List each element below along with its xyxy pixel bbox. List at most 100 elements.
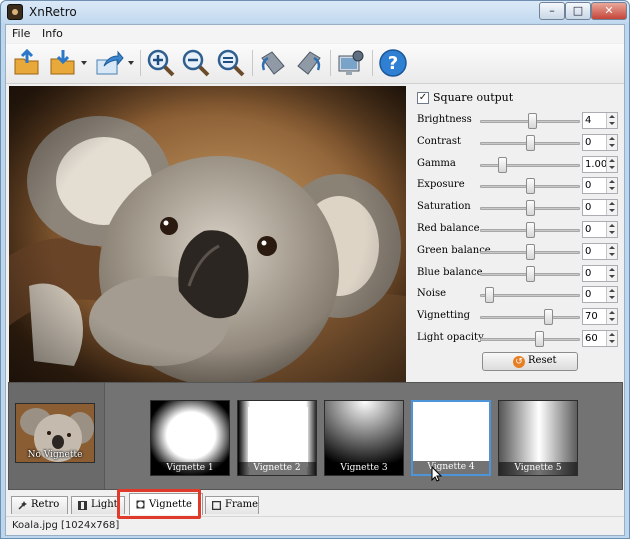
spin-up-icon[interactable] <box>609 115 615 118</box>
spin-up-icon[interactable] <box>609 267 615 271</box>
slider-thumb[interactable] <box>526 178 535 195</box>
value-spinbox[interactable]: 4 <box>582 112 618 129</box>
value-spinbox[interactable]: 0 <box>582 177 618 195</box>
toolbar: ? <box>6 44 624 84</box>
zoom-in-button[interactable] <box>146 48 176 78</box>
spin-value: 0 <box>585 245 592 257</box>
spin-down-icon[interactable] <box>609 165 615 169</box>
slider-track[interactable] <box>480 163 580 167</box>
slider-thumb[interactable] <box>526 134 535 151</box>
spin-down-icon[interactable] <box>609 122 615 125</box>
slider-row: Gamma 1.00 <box>410 155 624 174</box>
slider-thumb[interactable] <box>544 309 554 326</box>
slider-thumb[interactable] <box>498 156 508 173</box>
spin-up-icon[interactable] <box>609 333 615 336</box>
zoom-fit-button[interactable] <box>216 48 246 78</box>
value-spinbox[interactable]: 0 <box>582 286 618 304</box>
slider-thumb[interactable] <box>527 113 537 129</box>
slider-thumb[interactable] <box>526 243 535 260</box>
slider-thumb[interactable] <box>526 200 535 217</box>
image-preview[interactable] <box>9 86 406 383</box>
export-button[interactable] <box>94 48 124 78</box>
title-bar[interactable]: XnRetro – □ ✕ <box>1 1 629 23</box>
spin-up-icon[interactable] <box>609 202 615 206</box>
slider-thumb[interactable] <box>484 287 494 304</box>
spin-up-icon[interactable] <box>609 245 615 249</box>
reset-button[interactable]: ↺ Reset <box>482 352 578 371</box>
spin-buttons[interactable] <box>606 156 617 172</box>
rotate-right-button[interactable] <box>294 48 324 78</box>
zoom-out-button[interactable] <box>181 48 211 78</box>
spin-up-icon[interactable] <box>609 180 615 184</box>
spin-value: 0 <box>585 224 592 235</box>
value-spinbox[interactable]: 0 <box>582 133 618 151</box>
tab-frame[interactable]: Frame <box>205 496 259 514</box>
spin-buttons[interactable] <box>606 113 617 128</box>
spin-down-icon[interactable] <box>609 143 615 147</box>
preset-thumbnail[interactable]: Vignette 4 <box>411 400 491 476</box>
tab-retro[interactable]: Retro <box>11 496 68 514</box>
wallpaper-button[interactable] <box>336 48 366 78</box>
spin-value: 0 <box>585 289 592 301</box>
spin-down-icon[interactable] <box>609 340 615 343</box>
spin-up-icon[interactable] <box>609 289 615 293</box>
spin-buttons[interactable] <box>606 134 617 150</box>
open-icon <box>14 48 39 75</box>
value-spinbox[interactable]: 0 <box>582 264 618 282</box>
spin-down-icon[interactable] <box>609 296 615 300</box>
spin-buttons[interactable] <box>606 331 617 346</box>
value-spinbox[interactable]: 70 <box>582 308 618 326</box>
film-icon <box>78 501 87 510</box>
close-button[interactable]: ✕ <box>591 2 627 20</box>
status-text: Koala.jpg [1024x768] <box>12 520 120 531</box>
value-spinbox[interactable]: 0 <box>582 221 618 238</box>
open-button[interactable] <box>12 48 42 78</box>
spin-down-icon[interactable] <box>609 209 615 213</box>
menu-file[interactable]: File <box>12 27 30 40</box>
spin-up-icon[interactable] <box>609 136 615 140</box>
slider-label: Blue balance <box>417 266 483 278</box>
rotate-left-button[interactable] <box>258 48 288 78</box>
help-button[interactable]: ? <box>378 48 408 78</box>
spin-up-icon[interactable] <box>609 311 615 315</box>
preset-thumbnail[interactable]: Vignette 5 <box>498 400 578 476</box>
slider-track[interactable] <box>480 316 580 320</box>
spin-down-icon[interactable] <box>609 187 615 191</box>
slider-track[interactable] <box>480 338 580 341</box>
slider-track[interactable] <box>480 294 580 298</box>
spin-up-icon[interactable] <box>609 224 615 227</box>
preset-thumbnail-original[interactable]: No Vignette <box>15 403 95 463</box>
spin-buttons[interactable] <box>606 200 617 216</box>
spin-buttons[interactable] <box>606 243 617 259</box>
spin-down-icon[interactable] <box>609 274 615 278</box>
save-dropdown-icon[interactable] <box>80 60 88 66</box>
slider-thumb[interactable] <box>535 331 545 347</box>
spin-down-icon[interactable] <box>609 318 615 322</box>
minimize-button[interactable]: – <box>539 2 565 20</box>
preset-thumbnail[interactable]: Vignette 2 <box>237 400 317 476</box>
preset-thumbnail[interactable]: Vignette 1 <box>150 400 230 476</box>
spin-down-icon[interactable] <box>609 231 615 234</box>
spin-up-icon[interactable] <box>609 158 615 162</box>
preset-label: Vignette 2 <box>238 462 316 475</box>
save-button[interactable] <box>48 48 78 78</box>
spin-buttons[interactable] <box>606 265 617 281</box>
spin-buttons[interactable] <box>606 222 617 237</box>
maximize-button[interactable]: □ <box>565 2 591 20</box>
spin-down-icon[interactable] <box>609 252 615 256</box>
slider-thumb[interactable] <box>526 222 535 238</box>
value-spinbox[interactable]: 0 <box>582 242 618 260</box>
value-spinbox[interactable]: 0 <box>582 199 618 217</box>
spin-value: 4 <box>585 115 592 126</box>
spin-buttons[interactable] <box>606 178 617 194</box>
export-dropdown-icon[interactable] <box>127 60 135 66</box>
spin-buttons[interactable] <box>606 287 617 303</box>
menu-info[interactable]: Info <box>42 27 63 40</box>
spin-buttons[interactable] <box>606 309 617 325</box>
value-spinbox[interactable]: 1.00 <box>582 155 618 173</box>
preset-thumbnail[interactable]: Vignette 3 <box>324 400 404 476</box>
save-icon <box>50 50 75 75</box>
square-output-checkbox[interactable]: ✓ <box>417 92 429 104</box>
slider-thumb[interactable] <box>526 265 535 282</box>
value-spinbox[interactable]: 60 <box>582 330 618 347</box>
